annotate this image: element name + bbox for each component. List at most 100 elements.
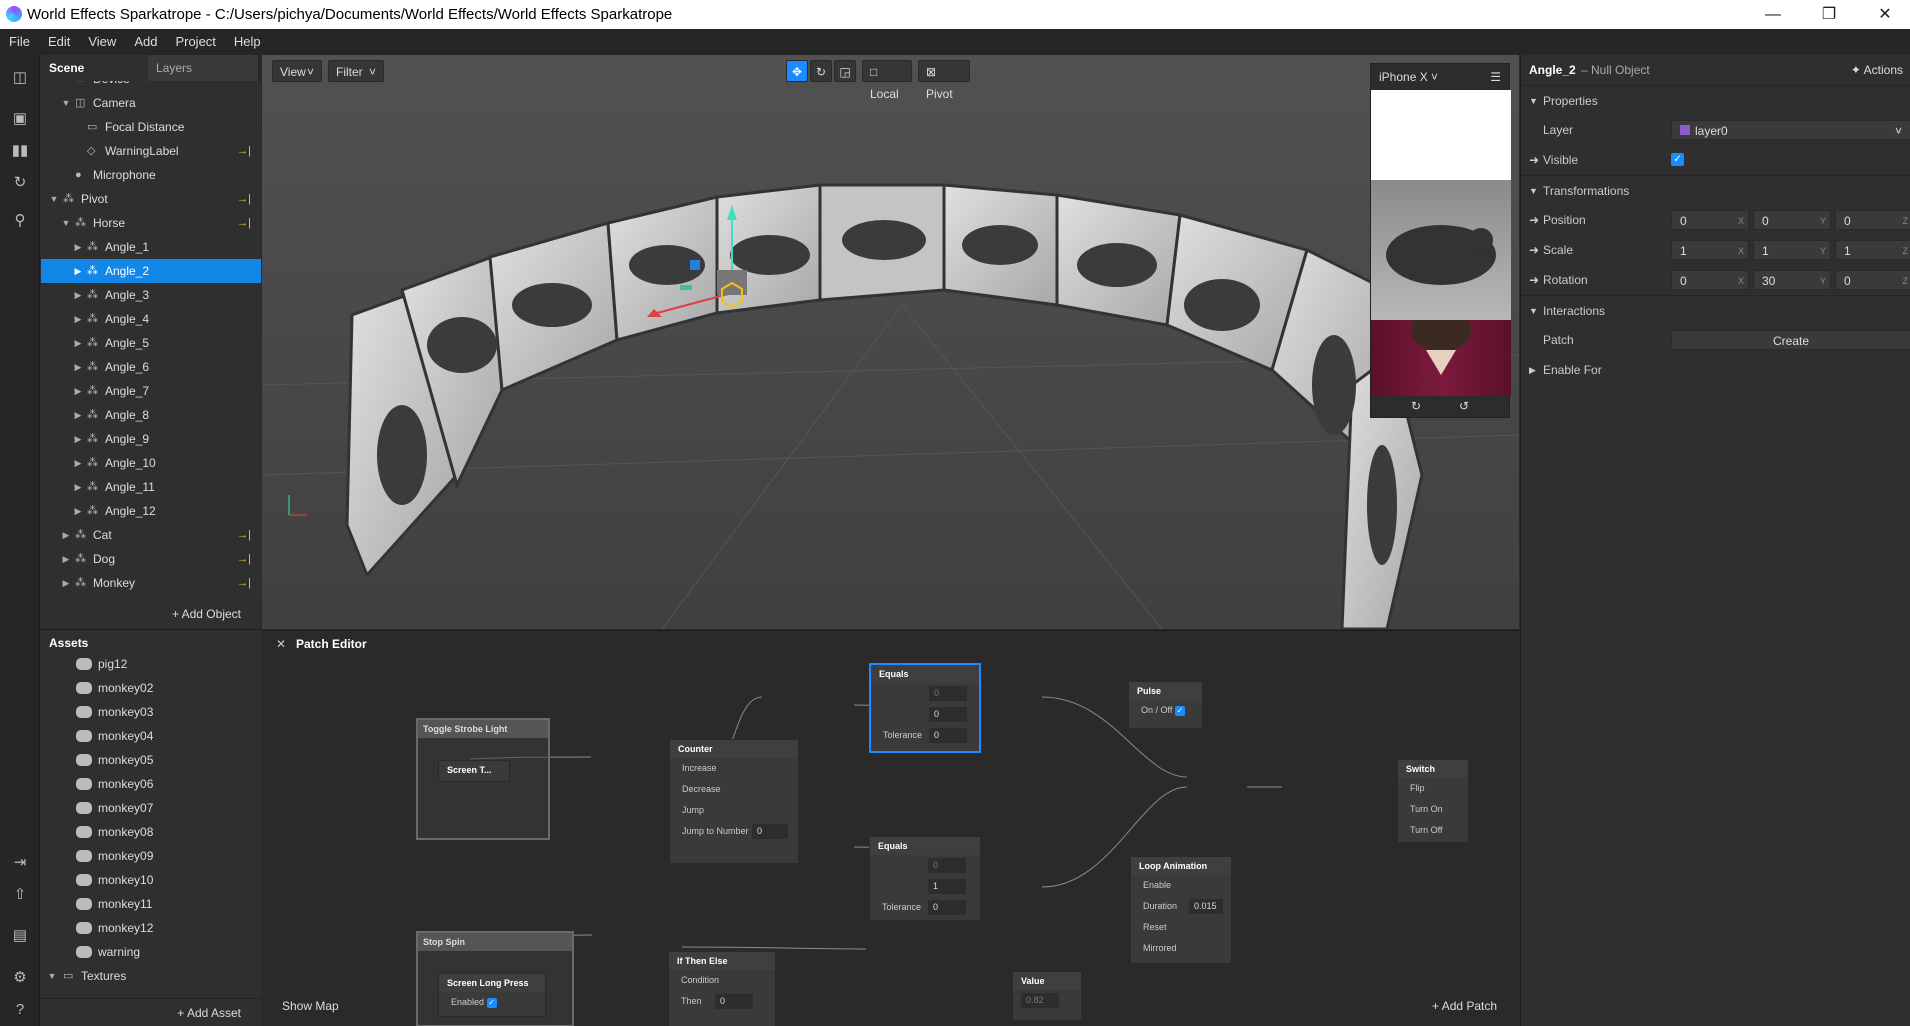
scene-item[interactable]: ▶ ⁂ Angle_2 (41, 259, 261, 283)
asset-item[interactable]: monkey11 (41, 892, 261, 916)
scene-item[interactable]: ▶ ⁂ Angle_10 (41, 451, 261, 475)
refresh-icon[interactable]: ↻ (9, 172, 31, 194)
equals-node-1[interactable]: Equals 0 0 Tolerance 0 (869, 663, 981, 753)
chevron-down-icon[interactable]: ▼ (61, 211, 71, 235)
asset-item[interactable]: monkey03 (41, 700, 261, 724)
pulse-node[interactable]: Pulse On / Off ✓ (1128, 681, 1203, 729)
device-preview[interactable]: iPhone X ˅ ☰ ↻ ↺ (1370, 63, 1511, 418)
scene-item[interactable]: ▶ ⁂ Angle_4 (41, 307, 261, 331)
tab-layers[interactable]: Layers (148, 55, 258, 81)
scale-y-input[interactable]: 1Y (1753, 240, 1831, 260)
asset-item[interactable]: monkey10 (41, 868, 261, 892)
scene-item[interactable]: ▶ ⁂ Angle_3 (41, 283, 261, 307)
scene-item[interactable]: ▶ ⁂ Dog →| (41, 547, 261, 571)
rotate-device-icon[interactable]: ↺ (1459, 399, 1469, 413)
scene-item[interactable]: ▶ ⁂ Monkey →| (41, 571, 261, 595)
close-icon[interactable]: ✕ (276, 631, 286, 657)
chevron-right-icon[interactable]: ▶ (73, 259, 83, 283)
group-stop-spin[interactable]: Stop Spin Screen Long Press Enabled ✓ (416, 931, 574, 1026)
hamburger-menu-icon[interactable]: ☰ (1490, 64, 1501, 90)
loop-duration-value[interactable]: 0.015 (1189, 899, 1223, 914)
layer-dropdown[interactable]: layer0 ˅ (1671, 120, 1910, 140)
visible-checkbox[interactable]: ✓ (1671, 153, 1684, 166)
screen-tap-node[interactable]: Screen T... (438, 760, 510, 782)
scene-item[interactable]: ▼ ⁂ Pivot →| (41, 187, 261, 211)
loop-animation-node[interactable]: Loop Animation Enable Duration 0.015 Rese… (1130, 856, 1232, 964)
asset-item[interactable]: monkey07 (41, 796, 261, 820)
chevron-right-icon[interactable]: ▶ (73, 475, 83, 499)
settings-icon[interactable]: ⚙ (9, 967, 31, 989)
rotation-z-input[interactable]: 0Z (1835, 270, 1910, 290)
position-z-input[interactable]: 0Z (1835, 210, 1910, 230)
tab-scene[interactable]: Scene (41, 55, 148, 81)
folder-textures[interactable]: ▼ ▭ Textures (41, 964, 261, 988)
chevron-right-icon[interactable]: ▶ (73, 427, 83, 451)
view-dropdown[interactable]: View ˅ (272, 60, 322, 82)
asset-item[interactable]: monkey09 (41, 844, 261, 868)
restore-icon[interactable]: ❐ (1806, 0, 1852, 29)
asset-item[interactable]: pig12 (41, 656, 261, 676)
pivot-toggle[interactable]: ⊠ Pivot (918, 60, 970, 101)
device-selector[interactable]: iPhone X ˅ ☰ (1371, 64, 1509, 90)
position-x-input[interactable]: 0X (1671, 210, 1749, 230)
scale-tool-icon[interactable]: ◲ (834, 60, 856, 82)
counter-node[interactable]: Counter Increase Decrease Jump Jump to N… (669, 739, 799, 864)
scene-item[interactable]: ▼ ◫ Camera (41, 91, 261, 115)
chevron-down-icon[interactable]: ▼ (61, 91, 71, 115)
zoom-icon[interactable]: ⚲ (9, 210, 31, 232)
rotation-x-input[interactable]: 0X (1671, 270, 1749, 290)
close-icon[interactable]: ✕ (1862, 0, 1908, 29)
minimize-icon[interactable]: — (1750, 0, 1796, 29)
menu-add[interactable]: Add (125, 29, 166, 55)
value-node[interactable]: Value 0.82 (1012, 971, 1082, 1021)
library-icon[interactable]: ▤ (9, 925, 31, 947)
section-enable-for[interactable]: ▶ Enable For (1521, 355, 1910, 385)
keyframe-icon[interactable]: ➜ (1529, 205, 1539, 235)
chevron-right-icon[interactable]: ▶ (73, 451, 83, 475)
group-toggle-strobe[interactable]: Toggle Strobe Light Screen T... (416, 718, 550, 840)
scene-item[interactable]: ▶ ⁂ Angle_9 (41, 427, 261, 451)
asset-item[interactable]: monkey02 (41, 676, 261, 700)
scene-item[interactable]: ▭ Focal Distance (41, 115, 261, 139)
scale-z-input[interactable]: 1Z (1835, 240, 1910, 260)
filter-dropdown[interactable]: Filter ˅ (328, 60, 384, 82)
scene-item[interactable]: ▶ ⁂ Angle_7 (41, 379, 261, 403)
scene-item[interactable]: ▶ ⁂ Angle_5 (41, 331, 261, 355)
equals1-value-b[interactable]: 0 (929, 707, 967, 722)
split-view-icon[interactable]: ▮▮ (9, 140, 31, 162)
scene-item[interactable]: ▶ ⁂ Angle_11 (41, 475, 261, 499)
long-press-enabled-checkbox[interactable]: ✓ (486, 998, 497, 1008)
jump-to-number-input[interactable]: 0 (752, 824, 788, 839)
equals2-tolerance-value[interactable]: 0 (928, 900, 966, 915)
menu-edit[interactable]: Edit (39, 29, 79, 55)
chevron-right-icon[interactable]: ▶ (73, 307, 83, 331)
equals1-tolerance-value[interactable]: 0 (929, 728, 967, 743)
scene-item[interactable]: ▶ ⁂ Cat →| (41, 523, 261, 547)
section-interactions[interactable]: ▼ Interactions (1521, 295, 1910, 325)
asset-item[interactable]: monkey12 (41, 916, 261, 940)
export-icon[interactable]: ⇧ (9, 884, 31, 906)
keyframe-icon[interactable]: ➜ (1529, 145, 1539, 175)
chevron-right-icon[interactable]: ▶ (73, 499, 83, 523)
show-map-button[interactable]: Show Map (282, 999, 339, 1013)
chevron-right-icon[interactable]: ▶ (73, 331, 83, 355)
patch-editor[interactable]: ✕ Patch Editor Toggle Strobe Light Screen… (262, 630, 1519, 1026)
asset-item[interactable]: monkey06 (41, 772, 261, 796)
send-to-device-icon[interactable]: ⇥ (9, 852, 31, 874)
section-transformations[interactable]: ▼ Transformations (1521, 175, 1910, 205)
position-y-input[interactable]: 0Y (1753, 210, 1831, 230)
chevron-right-icon[interactable]: ▶ (73, 283, 83, 307)
add-object-button[interactable]: + Add Object (41, 601, 261, 627)
equals2-value-a[interactable]: 0 (928, 858, 966, 873)
simulator-icon[interactable]: ▣ (9, 108, 31, 130)
move-tool-icon[interactable]: ✥ (786, 60, 808, 82)
chevron-right-icon[interactable]: ▶ (73, 235, 83, 259)
create-patch-button[interactable]: Create (1671, 330, 1910, 350)
keyframe-icon[interactable]: ➜ (1529, 265, 1539, 295)
menu-file[interactable]: File (0, 29, 39, 55)
chevron-right-icon[interactable]: ▶ (61, 523, 71, 547)
rotation-y-input[interactable]: 30 Y (1753, 270, 1831, 290)
scale-x-input[interactable]: 1X (1671, 240, 1749, 260)
switch-node[interactable]: Switch Flip Turn On Turn Off (1397, 759, 1469, 843)
scene-item[interactable]: ▼ ⁂ Horse →| (41, 211, 261, 235)
